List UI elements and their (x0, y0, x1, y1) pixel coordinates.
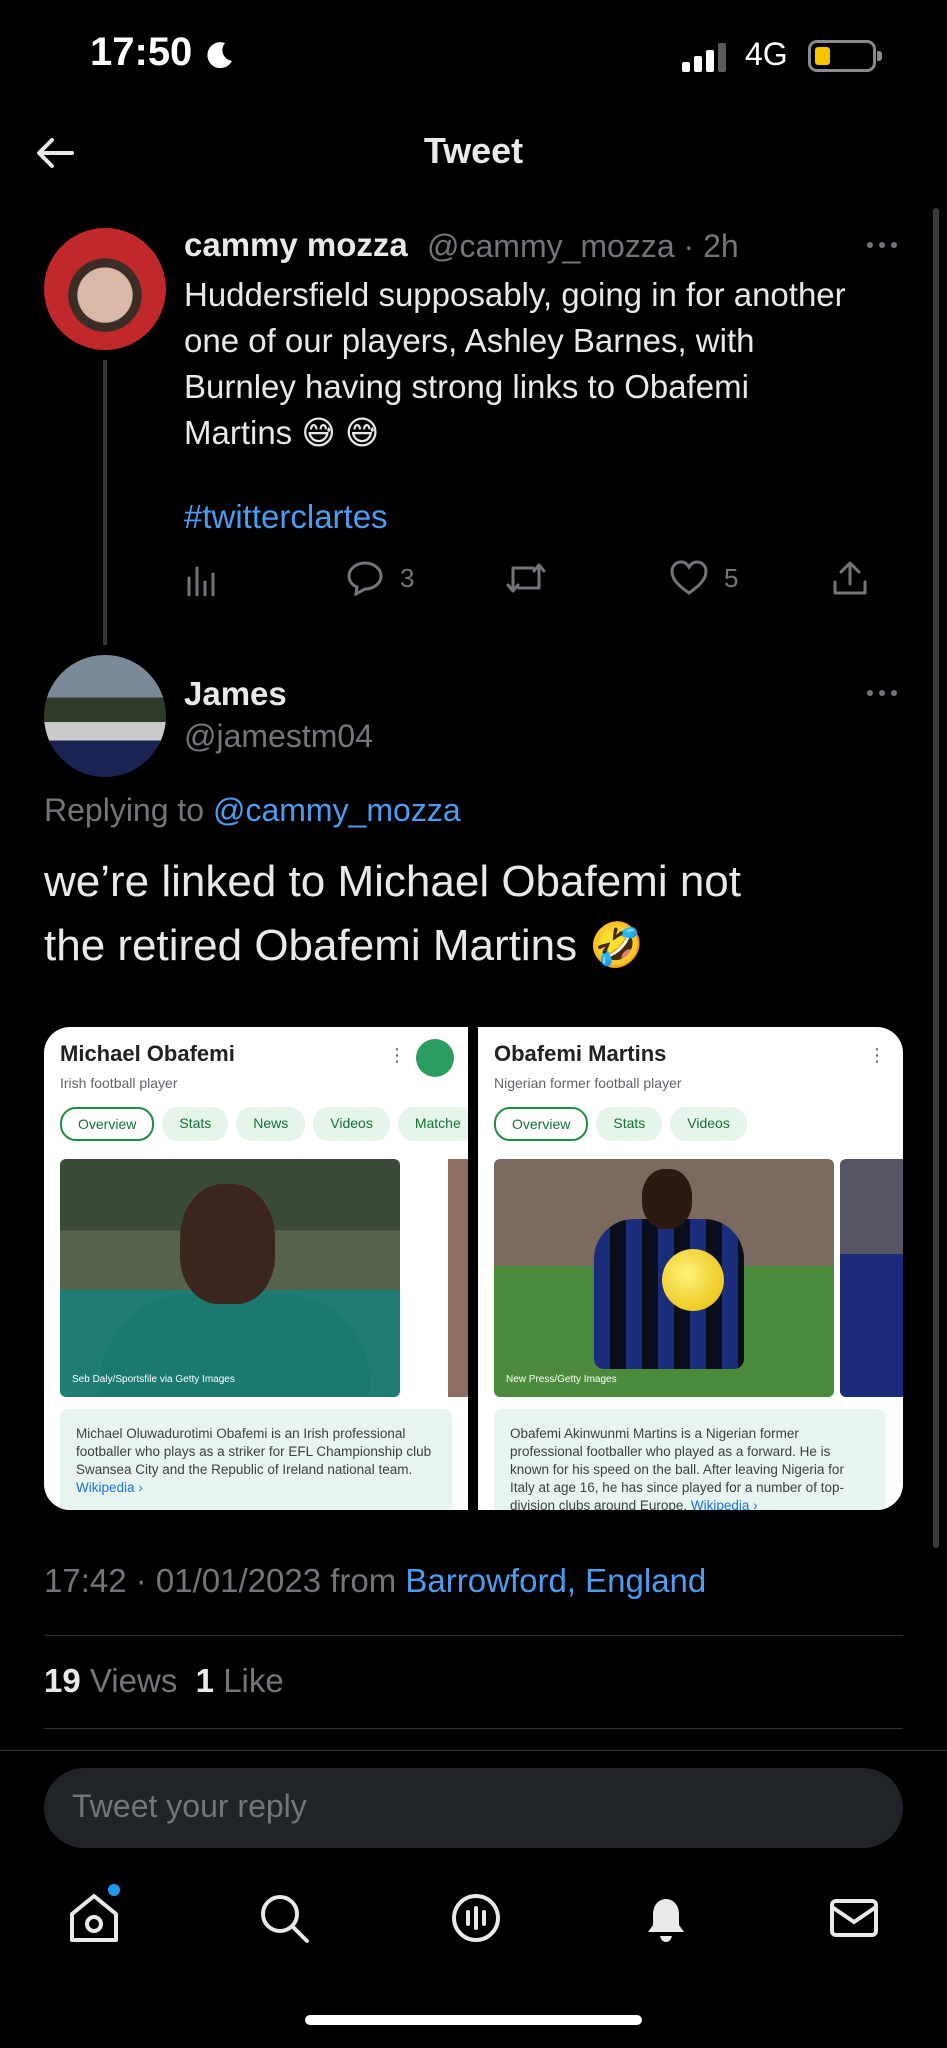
share-button[interactable] (832, 560, 868, 596)
avatar[interactable] (44, 655, 166, 777)
likes-count[interactable]: 1 (196, 1662, 214, 1699)
like-count: 5 (724, 562, 739, 593)
player-photo: Seb Daly/Sportsfile via Getty Images (60, 1159, 400, 1397)
chip: Overview (60, 1107, 155, 1141)
divider (0, 1750, 947, 1751)
likes-label[interactable]: Like (223, 1662, 284, 1699)
thread-line (103, 360, 107, 645)
bell-plus-icon (416, 1039, 454, 1077)
messages-icon[interactable] (826, 1890, 882, 1946)
heart-icon (670, 560, 708, 595)
avatar[interactable] (44, 228, 166, 350)
wikipedia-link: Wikipedia › (76, 1480, 143, 1495)
card-chips: Overview Stats Videos (494, 1107, 747, 1141)
tweet-timestamp: 17:42 · 01/01/2023 from Barrowford, Engl… (44, 1562, 707, 1599)
chip: Videos (313, 1107, 390, 1141)
tweet-media[interactable]: Michael Obafemi ⋮ Irish football player … (44, 1027, 903, 1510)
share-icon (833, 561, 867, 595)
views-label: Views (89, 1662, 178, 1699)
reply-author-name[interactable]: James (184, 675, 287, 713)
tweet-stats: 19 Views 1 Like (44, 1662, 284, 1700)
reply-composer[interactable] (44, 1768, 903, 1848)
card-description: Michael Oluwadurotimi Obafemi is an Iris… (60, 1409, 452, 1510)
status-time: 17:50 (90, 30, 193, 74)
divider (44, 1728, 903, 1729)
notification-dot (108, 1884, 120, 1896)
battery-icon (808, 40, 882, 72)
replying-to: Replying to @cammy_mozza (44, 792, 461, 829)
card-description: Obafemi Akinwunmi Martins is a Nigerian … (494, 1409, 886, 1510)
reply-count: 3 (400, 562, 415, 593)
media-image-obafemi-martins[interactable]: Obafemi Martins ⋮ Nigerian former footba… (478, 1027, 903, 1510)
wikipedia-link: Wikipedia › (690, 1498, 758, 1510)
network-label: 4G (745, 36, 788, 72)
analytics-icon (187, 566, 215, 596)
retweet-icon (506, 563, 546, 593)
chip: Videos (670, 1107, 747, 1141)
like-button[interactable]: 5 (670, 560, 738, 596)
notifications-icon[interactable] (638, 1890, 694, 1946)
media-image-michael-obafemi[interactable]: Michael Obafemi ⋮ Irish football player … (44, 1027, 468, 1510)
photo-credit: New Press/Getty Images (506, 1374, 617, 1385)
reply-text: we’re linked to Michael Obafemi not the … (44, 857, 741, 970)
reply-author-handle[interactable]: @jamestm04 (184, 718, 373, 755)
spaces-icon[interactable] (448, 1890, 504, 1946)
search-icon[interactable] (256, 1890, 312, 1946)
card-title: Obafemi Martins (494, 1041, 667, 1066)
photo-credit: Seb Daly/Sportsfile via Getty Images (72, 1374, 235, 1385)
more-vert-icon: ⋮ (388, 1045, 406, 1065)
card-subtitle: Irish football player (60, 1075, 178, 1091)
chip: Matche (397, 1107, 468, 1141)
player-photo-next (840, 1159, 903, 1397)
reply-icon (347, 561, 383, 596)
page-title: Tweet (423, 130, 524, 171)
views-count: 19 (44, 1662, 81, 1699)
card-chips: Overview Stats News Videos Matche (60, 1107, 468, 1141)
replying-prefix: Replying to (44, 792, 205, 828)
more-vert-icon: ⋮ (868, 1045, 886, 1065)
chip: Stats (162, 1107, 229, 1141)
player-photo: New Press/Getty Images (494, 1159, 834, 1397)
tweet-author-name[interactable]: cammy mozza (184, 226, 408, 264)
reply-button[interactable]: 3 (346, 560, 414, 596)
home-icon[interactable] (66, 1890, 122, 1946)
card-title: Michael Obafemi (60, 1041, 235, 1066)
tweet-text: Huddersfield supposably, going in for an… (184, 276, 846, 451)
home-indicator[interactable] (305, 2015, 642, 2025)
card-subtitle: Nigerian former football player (494, 1075, 682, 1091)
hashtag-link[interactable]: #twitterclartes (184, 498, 388, 536)
tweet-author-handle[interactable]: @cammy_mozza · 2h (427, 228, 739, 265)
replying-to-link[interactable]: @cammy_mozza (213, 792, 461, 828)
location-link[interactable]: Barrowford, England (405, 1562, 706, 1599)
divider (44, 1635, 903, 1636)
moon-icon (207, 42, 232, 69)
views-button[interactable] (186, 560, 218, 596)
more-icon[interactable] (866, 240, 898, 250)
chip: News (236, 1107, 306, 1141)
chip: Overview (494, 1107, 589, 1141)
chip: Stats (596, 1107, 663, 1141)
reply-input[interactable] (72, 1788, 852, 1825)
signal-icon (682, 43, 726, 72)
scrollbar[interactable] (933, 208, 939, 1548)
retweet-button[interactable] (505, 560, 547, 596)
player-photo-next (406, 1159, 468, 1397)
more-icon[interactable] (866, 688, 898, 698)
